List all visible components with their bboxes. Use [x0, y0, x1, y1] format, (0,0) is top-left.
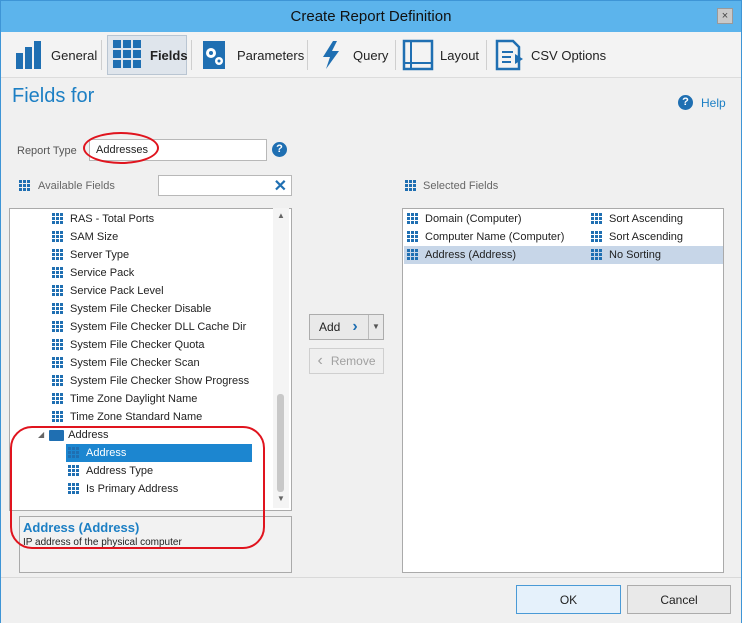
- grid-icon: [52, 249, 64, 261]
- annotation-circle-report-type: [83, 132, 159, 164]
- list-item[interactable]: Server Type: [52, 246, 129, 264]
- toolbar-separator: [395, 40, 396, 70]
- cancel-button[interactable]: Cancel: [627, 585, 731, 614]
- selected-fields-label: Selected Fields: [423, 180, 499, 192]
- dialog-window: Create Report Definition × General Field…: [0, 0, 742, 623]
- available-fields-header: Available Fields: [19, 180, 115, 192]
- help-link[interactable]: ? Help: [678, 95, 726, 110]
- table-row-selected[interactable]: Address (Address) No Sorting: [404, 246, 723, 264]
- gears-icon: [199, 39, 231, 71]
- list-item[interactable]: System File Checker DLL Cache Dir: [52, 318, 246, 336]
- help-label: Help: [701, 95, 726, 110]
- remove-button[interactable]: ‹ Remove: [309, 348, 384, 374]
- selected-fields-header: Selected Fields: [405, 180, 498, 192]
- tab-label: Layout: [440, 47, 480, 63]
- tab-label: Parameters: [237, 47, 305, 63]
- toolbar-separator: [486, 40, 487, 70]
- dialog-footer: OK Cancel: [1, 577, 741, 623]
- selected-fields-list[interactable]: Domain (Computer) Sort Ascending Compute…: [402, 208, 724, 573]
- sort-icon: [591, 213, 603, 225]
- grid-icon: [52, 303, 64, 315]
- csv-export-icon: [493, 39, 525, 71]
- wizard-toolbar: General Fields Parameters Query Layout C…: [1, 32, 741, 78]
- tab-label: Fields: [150, 47, 188, 63]
- lightning-icon: [315, 39, 347, 71]
- tab-fields[interactable]: Fields: [107, 35, 188, 75]
- scrollbar-thumb[interactable]: [277, 394, 284, 492]
- grid-icon: [52, 375, 64, 387]
- grid-icon: [407, 213, 419, 225]
- annotation-circle-address: [10, 426, 265, 549]
- list-item[interactable]: System File Checker Disable: [52, 300, 211, 318]
- available-fields-label: Available Fields: [38, 180, 115, 192]
- table-row[interactable]: Computer Name (Computer) Sort Ascending: [404, 228, 723, 246]
- list-item[interactable]: System File Checker Quota: [52, 336, 205, 354]
- clear-search-icon[interactable]: ✕: [274, 176, 287, 196]
- list-item[interactable]: System File Checker Scan: [52, 354, 200, 372]
- grid-icon: [52, 357, 64, 369]
- chevron-right-icon: ›: [352, 318, 358, 335]
- grid-icon: [52, 267, 64, 279]
- grid-icon: [52, 393, 64, 405]
- tab-parameters[interactable]: Parameters: [199, 35, 304, 75]
- add-button[interactable]: Add › ▼: [309, 314, 384, 340]
- list-item[interactable]: Time Zone Daylight Name: [52, 390, 197, 408]
- grid-icon: [52, 213, 64, 225]
- grid-icon: [52, 231, 64, 243]
- toolbar-separator: [101, 40, 102, 70]
- list-item[interactable]: Time Zone Standard Name: [52, 408, 202, 426]
- report-type-label: Report Type: [17, 145, 77, 157]
- grid-icon: [407, 231, 419, 243]
- list-item[interactable]: Service Pack: [52, 264, 134, 282]
- bar-chart-icon: [13, 39, 45, 71]
- toolbar-separator: [191, 40, 192, 70]
- list-item[interactable]: Service Pack Level: [52, 282, 164, 300]
- sort-icon: [591, 249, 603, 261]
- tab-label: CSV Options: [531, 47, 607, 63]
- table-row[interactable]: Domain (Computer) Sort Ascending: [404, 210, 723, 228]
- grid-icon: [52, 411, 64, 423]
- grid-icon: [52, 321, 64, 333]
- ok-button[interactable]: OK: [516, 585, 621, 614]
- chevron-left-icon: ‹: [317, 352, 323, 369]
- tab-label: Query: [353, 47, 389, 63]
- toolbar-separator: [307, 40, 308, 70]
- grid-icon: [112, 39, 144, 71]
- scroll-down-icon[interactable]: ▼: [277, 494, 285, 503]
- list-item[interactable]: SAM Size: [52, 228, 118, 246]
- title-bar: Create Report Definition ×: [1, 1, 741, 32]
- tab-general[interactable]: General: [13, 35, 97, 75]
- grid-icon: [405, 180, 417, 192]
- scroll-up-icon[interactable]: ▲: [277, 211, 285, 220]
- chevron-down-icon[interactable]: ▼: [368, 315, 383, 339]
- grid-icon: [52, 285, 64, 297]
- tab-query[interactable]: Query: [315, 35, 388, 75]
- list-item[interactable]: System File Checker Show Progress: [52, 372, 249, 390]
- list-item[interactable]: RAS - Total Ports: [52, 210, 154, 228]
- page-title: Fields for: [12, 85, 95, 107]
- grid-icon: [407, 249, 419, 261]
- help-icon: ?: [678, 95, 693, 110]
- report-type-help-icon[interactable]: ?: [272, 142, 287, 157]
- tab-csv-options[interactable]: CSV Options: [493, 35, 606, 75]
- sort-icon: [591, 231, 603, 243]
- grid-icon: [19, 180, 31, 192]
- tab-layout[interactable]: Layout: [402, 35, 479, 75]
- grid-icon: [52, 339, 64, 351]
- window-title: Create Report Definition: [290, 8, 452, 25]
- layout-icon: [402, 39, 434, 71]
- tab-label: General: [51, 47, 98, 63]
- close-icon[interactable]: ×: [717, 8, 733, 24]
- tree-scrollbar[interactable]: ▲ ▼: [273, 208, 289, 508]
- available-fields-search-input[interactable]: ✕: [158, 175, 292, 196]
